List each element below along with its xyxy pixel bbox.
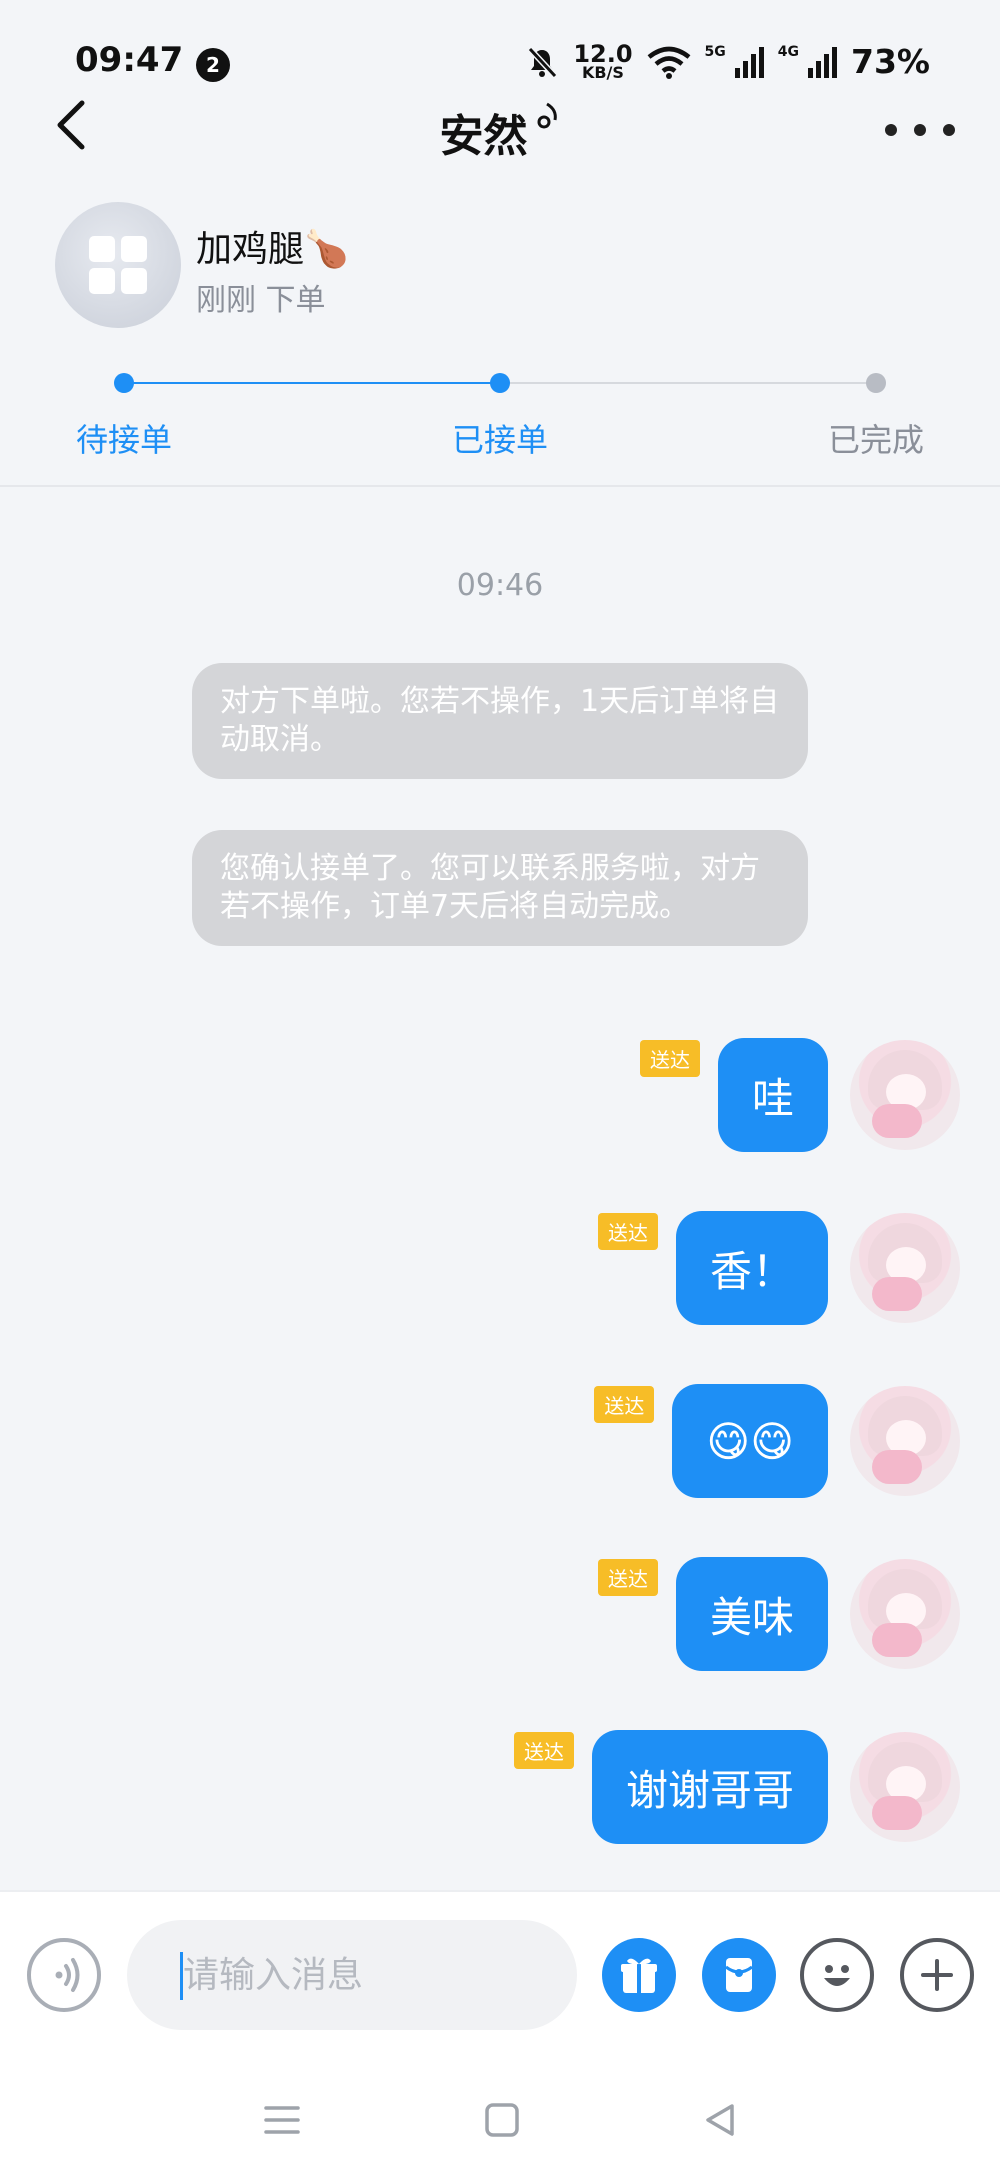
chat-timestamp: 09:46	[456, 568, 544, 603]
message-input[interactable]	[127, 1920, 577, 2030]
delivered-badge: 送达	[597, 1559, 658, 1596]
online-status-icon	[537, 102, 557, 129]
progress-dot-2	[490, 373, 510, 393]
system-nav-bar	[0, 2060, 1000, 2179]
order-card[interactable]: 加鸡腿🍗 刚刚 下单	[0, 200, 1000, 330]
gift-icon	[621, 1958, 657, 1993]
message-row: 送达 😋😋	[594, 1384, 960, 1498]
battery-percent: 73%	[851, 42, 930, 81]
page-title: 安然	[439, 111, 528, 162]
signal-label-4g: 4G	[777, 43, 799, 60]
more-dot	[914, 124, 926, 136]
avatar[interactable]	[850, 1040, 960, 1150]
net-speed-unit: KB/S	[581, 62, 624, 82]
message-bubble[interactable]: 香！	[675, 1211, 828, 1325]
order-status-text: 刚刚 下单	[196, 283, 326, 318]
message-composer	[0, 1890, 1000, 2060]
status-time: 09:47	[75, 40, 184, 80]
delivered-badge: 送达	[513, 1732, 574, 1769]
progress-step-label: 待接单	[75, 421, 173, 459]
message-row: 送达 香！	[597, 1211, 960, 1325]
more-dot	[943, 124, 955, 136]
message-bubble[interactable]: 美味	[675, 1557, 828, 1671]
message-bubble[interactable]: 谢谢哥哥	[591, 1730, 828, 1844]
progress-step-label: 已接单	[451, 421, 549, 459]
order-progress: 待接单 已接单 已完成	[0, 365, 1000, 465]
message-row: 送达 美味	[597, 1557, 960, 1671]
red-packet-button[interactable]	[702, 1938, 776, 2012]
message-bubble[interactable]: 哇	[717, 1038, 828, 1152]
net-speed: 12.0 KB/S	[573, 39, 633, 82]
more-button[interactable]	[885, 115, 955, 145]
system-message: 对方下单啦。您若不操作，1天后订单将自动取消。	[192, 663, 808, 779]
message-row: 送达 谢谢哥哥	[513, 1730, 960, 1844]
delivered-badge: 送达	[639, 1040, 700, 1077]
nav-bar: 安然	[0, 95, 1000, 162]
signal-icon	[734, 46, 764, 78]
avatar[interactable]	[850, 1386, 960, 1496]
avatar[interactable]	[850, 1559, 960, 1669]
order-thumbnail	[55, 202, 181, 328]
progress-dot-1	[114, 373, 134, 393]
progress-line-done	[124, 382, 500, 384]
voice-icon	[55, 1958, 80, 1992]
emoji-icon	[824, 1965, 850, 1986]
delivered-badge: 送达	[594, 1386, 655, 1423]
wifi-icon	[647, 46, 690, 79]
menu-icon	[264, 2106, 300, 2134]
status-bar: 09:47 2 12.0 KB/S 5G 4G 73%	[0, 0, 1000, 100]
progress-step-label: 已完成	[827, 421, 925, 459]
emoji-button[interactable]	[800, 1938, 874, 2012]
home-square-icon	[485, 2103, 519, 2137]
net-speed-value: 12.0	[573, 39, 633, 68]
order-name: 加鸡腿🍗	[196, 229, 349, 270]
menu-nav-button[interactable]	[262, 2100, 302, 2144]
title-area: 安然	[0, 100, 1000, 164]
signal-label-5g: 5G	[704, 43, 726, 60]
app-grid-icon	[89, 236, 147, 294]
gift-button[interactable]	[602, 1938, 676, 2012]
avatar[interactable]	[850, 1213, 960, 1323]
status-icons: 12.0 KB/S 5G 4G 73%	[525, 42, 930, 81]
system-message: 您确认接单了。您可以联系服务啦，对方若不操作，订单7天后将自动完成。	[192, 830, 808, 946]
mute-bell-icon	[528, 46, 558, 78]
back-triangle-icon	[706, 2104, 734, 2136]
home-nav-button[interactable]	[482, 2100, 522, 2144]
delivered-badge: 送达	[597, 1213, 658, 1250]
progress-line-pending	[500, 382, 876, 384]
message-bubble[interactable]: 😋😋	[672, 1384, 828, 1498]
progress-dot-3	[866, 373, 886, 393]
avatar[interactable]	[850, 1732, 960, 1842]
text-caret	[180, 1952, 183, 2000]
header-divider	[0, 485, 1000, 487]
add-button[interactable]	[900, 1938, 974, 2012]
signal-icon	[808, 46, 837, 78]
red-packet-icon	[725, 1958, 753, 1992]
back-nav-button[interactable]	[700, 2100, 740, 2144]
plus-icon	[921, 1959, 953, 1991]
voice-button[interactable]	[27, 1938, 101, 2012]
message-row: 送达 哇	[639, 1038, 960, 1152]
notification-count-badge: 2	[196, 48, 230, 82]
more-dot	[885, 124, 897, 136]
